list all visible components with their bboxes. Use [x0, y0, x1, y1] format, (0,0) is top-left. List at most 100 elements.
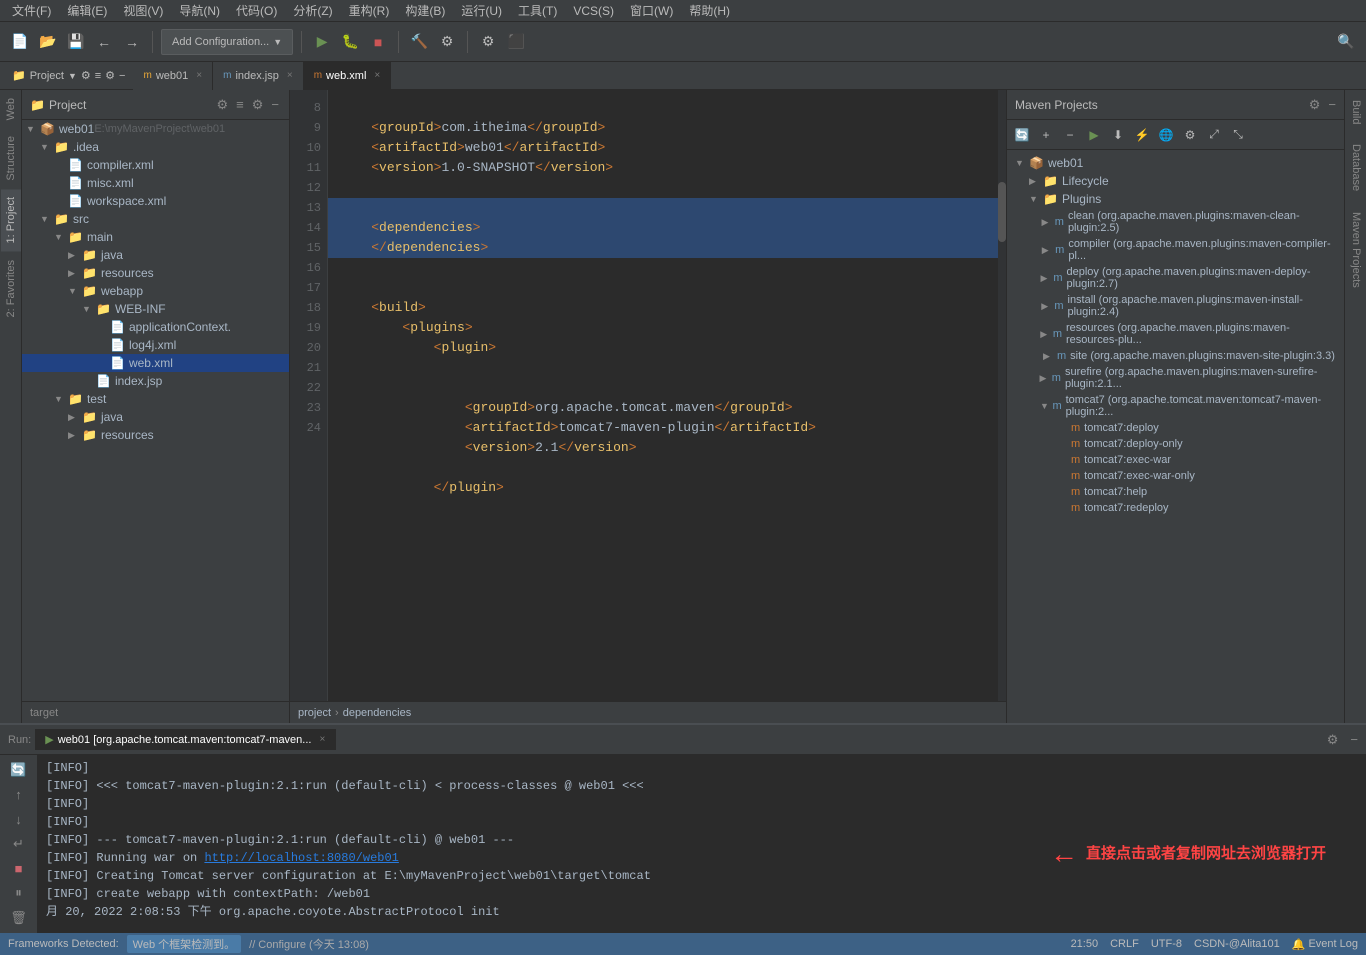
search-everywhere-btn[interactable]: 🔍 — [1334, 30, 1358, 54]
menu-window[interactable]: 窗口(W) — [622, 0, 681, 21]
menu-build[interactable]: 构建(B) — [397, 0, 453, 21]
make-btn[interactable]: ⚙ — [435, 30, 459, 54]
stop-run-btn[interactable]: ■ — [7, 857, 31, 880]
maven-goal-help[interactable]: ▶ m tomcat7:help — [1007, 484, 1344, 500]
settings-icon[interactable]: ⚙ — [81, 69, 91, 82]
maven-goal-exec-war[interactable]: ▶ m tomcat7:exec-war — [1007, 452, 1344, 468]
debug-btn[interactable]: 🐛 — [338, 30, 362, 54]
menu-refactor[interactable]: 重构(R) — [341, 0, 398, 21]
tab-index-jsp[interactable]: m index.jsp × — [213, 62, 304, 90]
maven-goal-deploy[interactable]: ▶ m tomcat7:deploy — [1007, 420, 1344, 436]
tab-close-web01[interactable]: × — [196, 70, 202, 81]
restart-btn[interactable]: 🔄 — [7, 759, 31, 782]
tree-webinf[interactable]: ▼ 📁 WEB-INF — [22, 300, 289, 318]
maven-goal-deploy-only[interactable]: ▶ m tomcat7:deploy-only — [1007, 436, 1344, 452]
collapse-icon[interactable]: ≡ — [95, 70, 101, 82]
soft-wrap-btn[interactable]: ↵ — [7, 833, 31, 856]
maven-toggle-offline-btn[interactable]: 🌐 — [1155, 124, 1177, 146]
maven-plugins[interactable]: ▼ 📁 Plugins — [1007, 190, 1344, 208]
tab-close-webxml[interactable]: × — [374, 70, 380, 81]
maven-plugin-deploy[interactable]: ▶ m deploy (org.apache.maven.plugins:mav… — [1007, 264, 1344, 292]
maven-skip-tests-btn[interactable]: ⚡ — [1131, 124, 1153, 146]
tree-root-web01[interactable]: ▼ 📦 web01 E:\myMavenProject\web01 — [22, 120, 289, 138]
bottom-settings-icon[interactable]: ⚙ — [1327, 732, 1339, 748]
gear-icon[interactable]: ⚙ — [105, 69, 115, 82]
vtab-structure[interactable]: Structure — [1, 128, 21, 189]
vtab-database[interactable]: Database — [1345, 134, 1366, 201]
maven-plugin-compiler[interactable]: ▶ m compiler (org.apache.maven.plugins:m… — [1007, 236, 1344, 264]
tree-workspace-xml[interactable]: ▶ 📄 workspace.xml — [22, 192, 289, 210]
breadcrumb-dependencies[interactable]: dependencies — [343, 707, 412, 719]
maven-open-settings-btn[interactable]: ⚙ — [1179, 124, 1201, 146]
maven-minus-icon[interactable]: − — [1328, 97, 1336, 112]
terminal-btn[interactable]: ⬛ — [504, 30, 528, 54]
add-configuration-button[interactable]: Add Configuration... ▼ — [161, 29, 293, 55]
code-editor[interactable]: <groupId>com.itheima</groupId> <artifact… — [328, 90, 1006, 701]
back-btn[interactable]: ← — [92, 30, 116, 54]
vtab-web[interactable]: Web — [1, 90, 21, 128]
tree-test[interactable]: ▼ 📁 test — [22, 390, 289, 408]
scroll-down-btn[interactable]: ↓ — [7, 808, 31, 831]
maven-plugin-clean[interactable]: ▶ m clean (org.apache.maven.plugins:mave… — [1007, 208, 1344, 236]
tree-java[interactable]: ▶ 📁 java — [22, 246, 289, 264]
frameworks-configure-btn[interactable]: Web 个框架检测到。 — [127, 935, 241, 953]
run-tab-close[interactable]: × — [319, 734, 325, 745]
menu-vcs[interactable]: VCS(S) — [565, 2, 622, 20]
maven-refresh-btn[interactable]: 🔄 — [1011, 124, 1033, 146]
tab-web-xml[interactable]: m web.xml × — [304, 62, 392, 90]
tree-index-jsp[interactable]: ▶ 📄 index.jsp — [22, 372, 289, 390]
tree-misc-xml[interactable]: ▶ 📄 misc.xml — [22, 174, 289, 192]
vtab-build[interactable]: Build — [1345, 90, 1366, 134]
breadcrumb-project[interactable]: project — [298, 707, 331, 719]
tree-appctx-xml[interactable]: ▶ 📄 applicationContext. — [22, 318, 289, 336]
maven-root-web01[interactable]: ▼ 📦 web01 — [1007, 154, 1344, 172]
status-encoding[interactable]: CRLF — [1110, 938, 1139, 950]
tree-main[interactable]: ▼ 📁 main — [22, 228, 289, 246]
maven-settings-icon[interactable]: ⚙ — [1309, 97, 1321, 113]
stop-btn[interactable]: ■ — [366, 30, 390, 54]
tab-web01[interactable]: m web01 × — [133, 62, 213, 90]
tree-test-java[interactable]: ▶ 📁 java — [22, 408, 289, 426]
build-project-btn[interactable]: 🔨 — [407, 30, 431, 54]
maven-download-btn[interactable]: ⬇ — [1107, 124, 1129, 146]
menu-help[interactable]: 帮助(H) — [681, 0, 738, 21]
maven-add-btn[interactable]: + — [1035, 124, 1057, 146]
project-collapse-icon[interactable]: ≡ — [234, 95, 246, 114]
clear-console-btn[interactable]: 🗑 — [7, 906, 31, 929]
run-btn[interactable]: ▶ — [310, 30, 334, 54]
tree-log4j-xml[interactable]: ▶ 📄 log4j.xml — [22, 336, 289, 354]
settings-btn[interactable]: ⚙ — [476, 30, 500, 54]
menu-navigate[interactable]: 导航(N) — [171, 0, 228, 21]
tree-src[interactable]: ▼ 📁 src — [22, 210, 289, 228]
menu-tools[interactable]: 工具(T) — [510, 0, 565, 21]
tree-webapp[interactable]: ▼ 📁 webapp — [22, 282, 289, 300]
maven-plugin-install[interactable]: ▶ m install (org.apache.maven.plugins:ma… — [1007, 292, 1344, 320]
chevron-down-icon[interactable]: ▼ — [68, 71, 77, 81]
vtab-1-project[interactable]: 1: Project — [1, 189, 21, 251]
localhost-url-link[interactable]: http://localhost:8080/web01 — [204, 851, 398, 865]
save-btn[interactable]: 💾 — [64, 30, 88, 54]
vtab-2-favorites[interactable]: 2: Favorites — [1, 252, 21, 325]
pause-btn[interactable]: ⏸ — [7, 882, 31, 905]
maven-remove-btn[interactable]: − — [1059, 124, 1081, 146]
maven-run-btn[interactable]: ▶ — [1083, 124, 1105, 146]
tab-close-indexjsp[interactable]: × — [287, 70, 293, 81]
menu-analyze[interactable]: 分析(Z) — [285, 0, 340, 21]
project-gear-icon[interactable]: ⚙ — [250, 95, 266, 115]
menu-code[interactable]: 代码(O) — [228, 0, 285, 21]
maven-plugin-resources[interactable]: ▶ m resources (org.apache.maven.plugins:… — [1007, 320, 1344, 348]
maven-collapse-all-btn[interactable]: ⤡ — [1227, 124, 1249, 146]
tree-test-resources[interactable]: ▶ 📁 resources — [22, 426, 289, 444]
maven-plugin-site[interactable]: ▶ m site (org.apache.maven.plugins:maven… — [1007, 348, 1344, 364]
tree-idea[interactable]: ▼ 📁 .idea — [22, 138, 289, 156]
status-charset[interactable]: UTF-8 — [1151, 938, 1182, 950]
forward-btn[interactable]: → — [120, 30, 144, 54]
menu-view[interactable]: 视图(V) — [115, 0, 171, 21]
project-settings-icon[interactable]: ⚙ — [215, 95, 231, 115]
status-eventlog[interactable]: 🔔 Event Log — [1292, 938, 1358, 951]
maven-plugin-tomcat7[interactable]: ▼ m tomcat7 (org.apache.tomcat.maven:tom… — [1007, 392, 1344, 420]
open-file-btn[interactable]: 📂 — [36, 30, 60, 54]
breadcrumb-target[interactable]: target — [30, 707, 58, 719]
minimize-icon[interactable]: − — [119, 70, 125, 82]
run-tab-web01[interactable]: ▶ web01 [org.apache.tomcat.maven:tomcat7… — [35, 729, 336, 750]
